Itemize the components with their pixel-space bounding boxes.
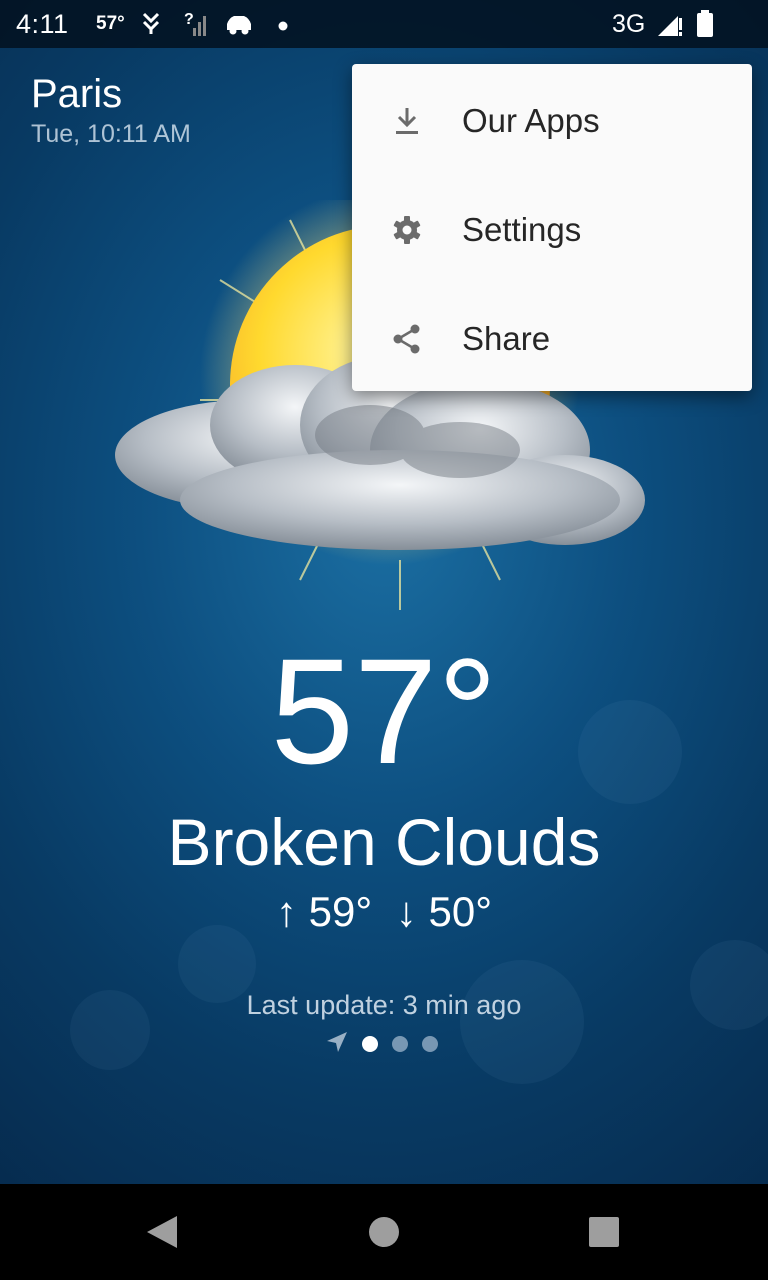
- weather-condition: Broken Clouds: [167, 805, 601, 879]
- back-button[interactable]: [114, 1184, 210, 1280]
- menu-item-our-apps[interactable]: Our Apps: [352, 66, 752, 175]
- page-dot[interactable]: [422, 1036, 438, 1052]
- download-icon: [352, 106, 462, 136]
- svg-text:?: ?: [184, 11, 194, 28]
- high-temperature: ↑ 59°: [275, 888, 373, 935]
- menu-item-settings[interactable]: Settings: [352, 175, 752, 284]
- menu-item-label: Settings: [462, 210, 582, 248]
- status-bar: 4:11 57° ? 3G: [0, 0, 768, 48]
- gear-icon: [352, 215, 462, 245]
- menu-item-share[interactable]: Share: [352, 284, 752, 393]
- recents-button[interactable]: [556, 1184, 652, 1280]
- no-sim-signal-icon: ?: [184, 10, 210, 43]
- navigation-bar: [0, 1184, 768, 1280]
- signal-icon: [656, 12, 684, 43]
- weather-screen: 4:11 57° ? 3G Paris Tue, 10:11 AM 57° Br…: [0, 0, 768, 1280]
- network-type: 3G: [612, 10, 646, 38]
- page-indicator: [326, 1031, 438, 1058]
- battery-icon: [696, 10, 714, 43]
- page-dot-active[interactable]: [362, 1036, 378, 1052]
- home-button[interactable]: [336, 1184, 432, 1280]
- low-temperature: ↓ 50°: [395, 888, 493, 935]
- notification-icon: [140, 10, 162, 43]
- bokeh-decoration: [460, 960, 584, 1084]
- last-update-text: Last update: 3 min ago: [246, 990, 522, 1020]
- share-icon: [352, 324, 462, 354]
- high-low-temperatures: ↑ 59° ↓ 50°: [0, 888, 768, 936]
- page-dot[interactable]: [392, 1036, 408, 1052]
- status-temp: 57°: [96, 13, 125, 34]
- menu-item-label: Share: [462, 319, 551, 357]
- date-time: Tue, 10:11 AM: [31, 120, 191, 148]
- location-arrow-icon[interactable]: [326, 1031, 348, 1058]
- car-icon: [224, 10, 254, 43]
- dot-indicator-icon: [278, 18, 288, 36]
- overflow-menu: Our Apps Settings Share: [352, 64, 752, 391]
- current-temperature: 57°: [270, 627, 498, 795]
- status-time: 4:11: [16, 9, 69, 39]
- menu-item-label: Our Apps: [462, 101, 600, 139]
- city-name: Paris: [31, 72, 123, 116]
